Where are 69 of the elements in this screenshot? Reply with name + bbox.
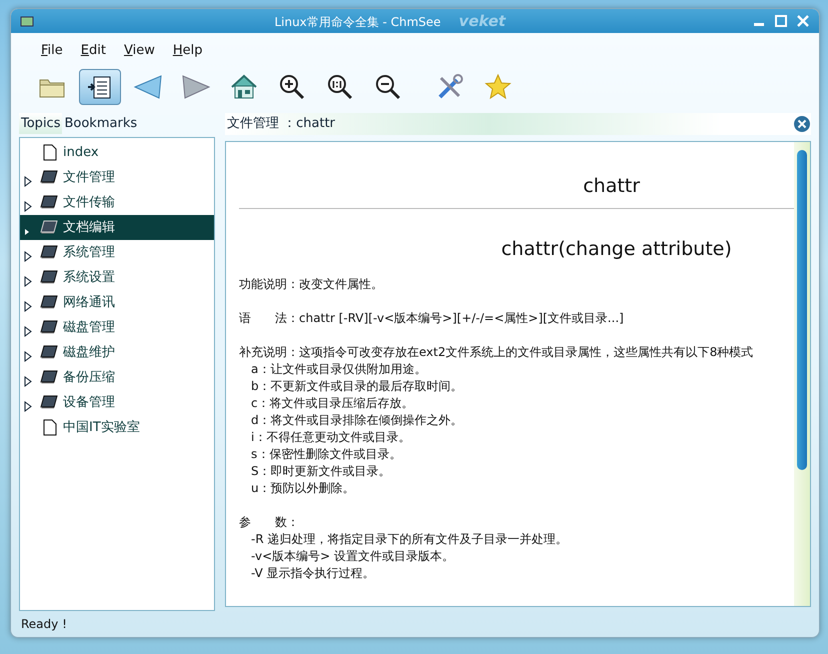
text-line: d：将文件或目录排除在倾倒操作之外。 xyxy=(250,412,464,428)
expander-icon[interactable] xyxy=(24,401,32,412)
expander-icon[interactable] xyxy=(24,301,32,312)
expander-icon[interactable] xyxy=(24,251,32,262)
text-line: -R 递归处理，将指定目录下的所有文件及子目录一并处理。 xyxy=(250,530,568,548)
tree-item[interactable]: 文件管理 xyxy=(20,165,214,190)
sidebar-tab[interactable]: Bookmarks xyxy=(62,112,140,134)
menu-item[interactable]: File xyxy=(35,41,69,60)
text-line: a：让文件或目录仅供附加用途。 xyxy=(250,360,428,378)
text-line: 语 法：chattr [-RV][-v<版本编号>][+/-/=<属性>][文件或目录...] xyxy=(239,310,625,326)
tree-item[interactable]: index xyxy=(20,140,214,165)
book-icon xyxy=(40,270,58,284)
tree-item[interactable]: 磁盘管理 xyxy=(20,315,214,340)
scrollbar-thumb[interactable] xyxy=(797,150,807,470)
tree-item[interactable]: 文件传输 xyxy=(20,190,214,215)
text-line: s：保密性删除文件或目录。 xyxy=(250,446,402,462)
menu-item[interactable]: View xyxy=(118,41,161,60)
star-icon xyxy=(483,72,513,102)
tree-item[interactable]: 中国IT实验室 xyxy=(20,415,214,440)
expander-icon[interactable] xyxy=(24,376,32,388)
sidebar-button[interactable] xyxy=(79,68,121,104)
menu-item[interactable]: Edit xyxy=(74,41,112,60)
text-line: u：预防以外删除。 xyxy=(250,480,356,496)
book-icon xyxy=(40,345,58,360)
text-line: i：不得任意更动文件或目录。 xyxy=(250,428,412,446)
maximize-button[interactable] xyxy=(773,14,789,28)
text-line: 补充说明：这项指令可改变存放在ext2文件系统上的文件或目录属性，这些属性共有以下8种模式 xyxy=(239,344,754,360)
document-heading: chattr(change attribute) xyxy=(500,237,733,262)
book-icon xyxy=(40,295,58,310)
book-icon xyxy=(40,245,58,260)
text-line: 参 数： xyxy=(239,514,300,530)
text-line: -v<版本编号> 设置文件或目录版本。 xyxy=(250,548,456,564)
close-button[interactable] xyxy=(795,14,811,28)
window-title: Linux常用命令全集 - ChmSee xyxy=(274,14,441,29)
expander-icon[interactable] xyxy=(24,201,32,212)
expander-icon[interactable] xyxy=(24,351,32,362)
text-line: S：即时更新文件或目录。 xyxy=(250,462,392,480)
theme-logo: veket xyxy=(458,12,506,30)
expander-icon[interactable] xyxy=(24,176,32,188)
tree-item[interactable]: 文档编辑 xyxy=(20,215,214,240)
text-line: b：不更新文件或目录的最后存取时间。 xyxy=(250,378,464,394)
tree-item[interactable]: 系统设置 xyxy=(20,265,214,290)
close-tab-icon[interactable] xyxy=(793,114,811,132)
text-line: 功能说明：改变文件属性。 xyxy=(239,276,384,292)
expander-icon[interactable] xyxy=(24,326,32,338)
menu-item[interactable]: Help xyxy=(166,41,208,60)
scrollbar[interactable] xyxy=(794,142,810,606)
book-icon xyxy=(40,170,58,184)
expander-icon[interactable] xyxy=(24,228,30,236)
page-icon xyxy=(43,418,57,436)
app-icon xyxy=(19,14,35,28)
page-icon xyxy=(43,144,57,161)
document-title: chattr xyxy=(582,174,641,198)
expander-icon[interactable] xyxy=(24,276,32,288)
tree-item[interactable]: 系统管理 xyxy=(20,240,214,265)
status-text: Ready ! xyxy=(21,616,67,633)
book-icon xyxy=(40,220,58,234)
book-icon xyxy=(40,320,58,334)
tree-item[interactable]: 网络通讯 xyxy=(20,290,214,315)
text-line: c：将文件或目录压缩后存放。 xyxy=(250,394,415,412)
sidebar-tab[interactable]: Topics xyxy=(19,112,62,134)
book-icon xyxy=(40,395,58,410)
tree-item[interactable]: 备份压缩 xyxy=(20,365,214,390)
text-line: -V 显示指令执行过程。 xyxy=(250,564,376,582)
tree-item[interactable]: 设备管理 xyxy=(20,390,214,415)
book-icon xyxy=(40,370,58,384)
tree-item[interactable]: 磁盘维护 xyxy=(20,340,214,365)
book-icon xyxy=(40,195,58,210)
page-tab[interactable]: 文件管理 ：chattr xyxy=(225,112,811,134)
